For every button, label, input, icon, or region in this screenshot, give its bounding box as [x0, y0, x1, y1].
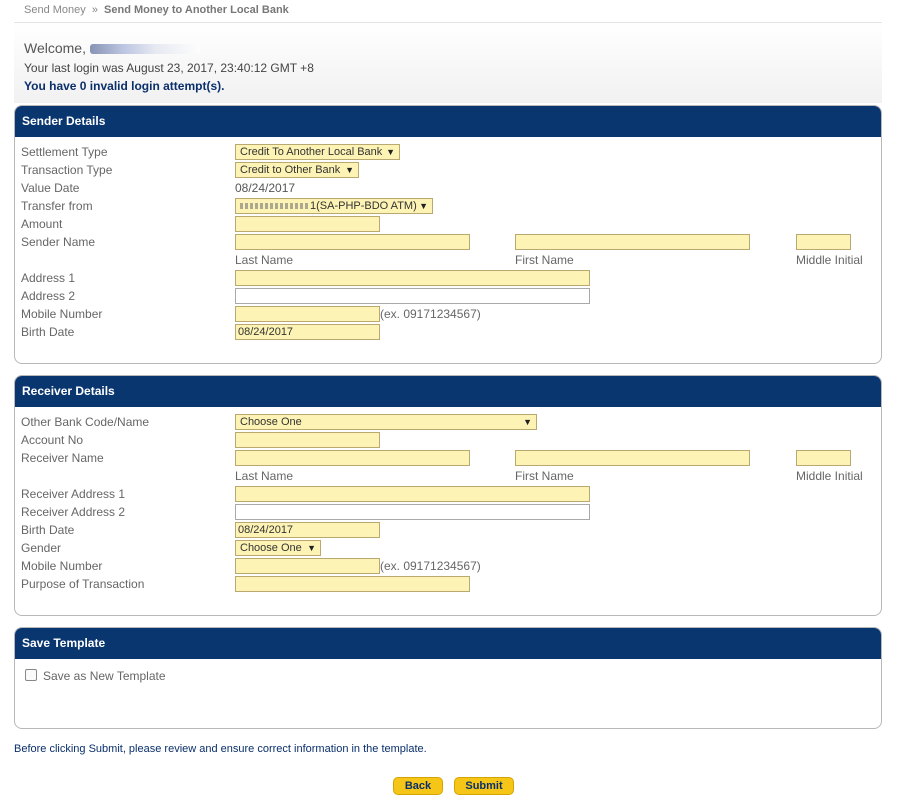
- amount-input[interactable]: [235, 216, 380, 232]
- save-template-panel: Save Template Save as New Template: [14, 627, 882, 729]
- bank-code-select[interactable]: Choose One ▼: [235, 414, 537, 430]
- save-template-title: Save Template: [15, 628, 881, 659]
- sender-details-panel: Sender Details Settlement Type Credit To…: [14, 105, 882, 364]
- settlement-type-value: Credit To Another Local Bank: [240, 146, 383, 158]
- mobile-number-hint: (ex. 09171234567): [380, 307, 481, 321]
- bank-code-value: Choose One: [240, 416, 302, 428]
- dropdown-arrow-icon: ▼: [523, 417, 532, 427]
- address1-input[interactable]: [235, 270, 590, 286]
- sender-details-title: Sender Details: [15, 106, 881, 137]
- receiver-mobile-input[interactable]: [235, 558, 380, 574]
- receiver-address1-input[interactable]: [235, 486, 590, 502]
- receiver-details-panel: Receiver Details Other Bank Code/Name Ch…: [14, 375, 882, 616]
- gender-value: Choose One: [240, 542, 302, 554]
- dropdown-arrow-icon: ▼: [419, 201, 428, 211]
- welcome-greeting: Welcome,: [24, 40, 200, 56]
- receiver-birth-date-value: 08/24/2017: [238, 524, 294, 536]
- middle-initial-caption: Middle Initial: [796, 253, 863, 267]
- birth-date-label: Birth Date: [21, 325, 75, 339]
- receiver-birth-date-input[interactable]: 08/24/2017: [235, 522, 380, 538]
- address2-input[interactable]: [235, 288, 590, 304]
- transfer-from-label: Transfer from: [21, 199, 93, 213]
- amount-label: Amount: [21, 217, 63, 231]
- submit-button[interactable]: Submit: [454, 777, 514, 795]
- receiver-name-label: Receiver Name: [21, 451, 104, 465]
- transfer-from-select[interactable]: 1(SA-PHP-BDO ATM) ▼: [235, 198, 433, 214]
- sender-middle-initial-input[interactable]: [796, 234, 851, 250]
- receiver-mobile-label: Mobile Number: [21, 559, 103, 573]
- account-no-label: Account No: [21, 433, 84, 447]
- address2-label: Address 2: [21, 289, 76, 303]
- welcome-text: Welcome,: [24, 40, 86, 56]
- birth-date-input[interactable]: 08/24/2017: [235, 324, 380, 340]
- purpose-label: Purpose of Transaction: [21, 577, 145, 591]
- invalid-attempts-text: You have 0 invalid login attempt(s).: [24, 79, 225, 93]
- dropdown-arrow-icon: ▼: [386, 147, 395, 157]
- review-note: Before clicking Submit, please review an…: [14, 743, 427, 755]
- breadcrumb-parent[interactable]: Send Money: [24, 4, 86, 16]
- mobile-number-label: Mobile Number: [21, 307, 103, 321]
- value-date-value: 08/24/2017: [235, 181, 296, 195]
- username-redacted: [89, 44, 200, 55]
- sender-first-name-input[interactable]: [515, 234, 750, 250]
- breadcrumb: Send Money » Send Money to Another Local…: [24, 4, 289, 16]
- gender-label: Gender: [21, 541, 62, 555]
- breadcrumb-separator: »: [91, 4, 98, 16]
- receiver-address2-label: Receiver Address 2: [21, 505, 126, 519]
- settlement-type-select[interactable]: Credit To Another Local Bank ▼: [235, 144, 400, 160]
- receiver-mobile-hint: (ex. 09171234567): [380, 559, 481, 573]
- middle-initial-caption: Middle Initial: [796, 469, 863, 483]
- birth-date-value: 08/24/2017: [238, 326, 294, 338]
- receiver-address2-input[interactable]: [235, 504, 590, 520]
- dropdown-arrow-icon: ▼: [307, 543, 316, 553]
- transaction-type-label: Transaction Type: [21, 163, 113, 177]
- address1-label: Address 1: [21, 271, 76, 285]
- sender-last-name-input[interactable]: [235, 234, 470, 250]
- receiver-first-name-input[interactable]: [515, 450, 750, 466]
- bank-code-label: Other Bank Code/Name: [21, 415, 150, 429]
- account-no-input[interactable]: [235, 432, 380, 448]
- receiver-details-title: Receiver Details: [15, 376, 881, 407]
- last-name-caption: Last Name: [235, 469, 294, 483]
- mobile-number-input[interactable]: [235, 306, 380, 322]
- save-template-label: Save as New Template: [43, 669, 166, 683]
- breadcrumb-current: Send Money to Another Local Bank: [104, 4, 289, 16]
- value-date-label: Value Date: [21, 181, 80, 195]
- dropdown-arrow-icon: ▼: [345, 165, 354, 175]
- last-name-caption: Last Name: [235, 253, 294, 267]
- back-button[interactable]: Back: [393, 777, 443, 795]
- purpose-input[interactable]: [235, 576, 470, 592]
- receiver-middle-initial-input[interactable]: [796, 450, 851, 466]
- first-name-caption: First Name: [515, 253, 574, 267]
- transaction-type-select[interactable]: Credit to Other Bank ▼: [235, 162, 359, 178]
- receiver-birth-date-label: Birth Date: [21, 523, 75, 537]
- gender-select[interactable]: Choose One ▼: [235, 540, 321, 556]
- receiver-last-name-input[interactable]: [235, 450, 470, 466]
- settlement-type-label: Settlement Type: [21, 145, 108, 159]
- first-name-caption: First Name: [515, 469, 574, 483]
- sender-name-label: Sender Name: [21, 235, 96, 249]
- transaction-type-value: Credit to Other Bank: [240, 164, 341, 176]
- receiver-address1-label: Receiver Address 1: [21, 487, 126, 501]
- last-login-text: Your last login was August 23, 2017, 23:…: [24, 61, 314, 75]
- transfer-from-value: 1(SA-PHP-BDO ATM): [310, 200, 417, 212]
- account-number-redacted: [240, 203, 310, 210]
- save-template-checkbox[interactable]: [25, 669, 37, 681]
